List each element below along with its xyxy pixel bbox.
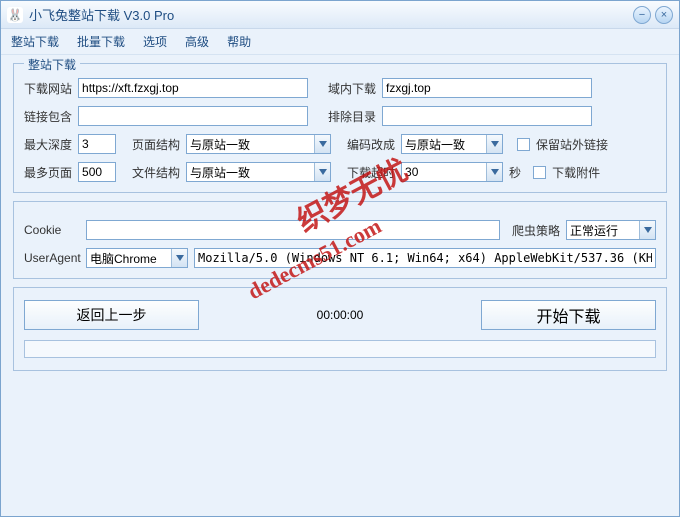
back-button-label: 返回上一步 [77, 305, 147, 325]
label-max-depth: 最大深度 [24, 136, 72, 153]
menu-options[interactable]: 选项 [143, 33, 167, 50]
label-encoding: 编码改成 [347, 136, 395, 153]
label-useragent: UserAgent [24, 251, 80, 265]
action-group: 返回上一步 00:00:00 开始下载 [13, 287, 667, 371]
settings-group: 整站下载 下载网站 域内下载 链接包含 排除目录 最大深度 页面结构 与原站一致 [13, 63, 667, 193]
label-seconds: 秒 [509, 164, 521, 181]
menu-help[interactable]: 帮助 [227, 33, 251, 50]
label-domain: 域内下载 [328, 80, 376, 97]
label-timeout: 下载超时 [347, 164, 395, 181]
label-keep-external: 保留站外链接 [536, 136, 608, 153]
menu-advanced[interactable]: 高级 [185, 33, 209, 50]
close-button[interactable]: × [655, 6, 673, 24]
window-title: 小飞兔整站下载 V3.0 Pro [29, 5, 629, 24]
select-useragent-preset[interactable]: 电脑Chrome [86, 248, 188, 268]
menu-site-download[interactable]: 整站下载 [11, 33, 59, 50]
minimize-button[interactable]: − [633, 6, 651, 24]
chevron-down-icon [639, 221, 655, 239]
progress-bar [24, 340, 656, 358]
select-page-struct-value: 与原站一致 [187, 136, 314, 153]
select-timeout[interactable]: 30 [401, 162, 503, 182]
label-page-struct: 页面结构 [132, 136, 180, 153]
label-link-contains: 链接包含 [24, 108, 72, 125]
app-window: 🐰 小飞兔整站下载 V3.0 Pro − × 整站下载 批量下载 选项 高级 帮… [0, 0, 680, 517]
select-file-struct[interactable]: 与原站一致 [186, 162, 331, 182]
select-ua-preset-value: 电脑Chrome [87, 250, 171, 267]
input-link-contains[interactable] [78, 106, 308, 126]
label-exclude: 排除目录 [328, 108, 376, 125]
input-useragent[interactable] [194, 248, 656, 268]
input-max-depth[interactable] [78, 134, 116, 154]
input-exclude-dir[interactable] [382, 106, 592, 126]
chevron-down-icon [486, 135, 502, 153]
app-icon: 🐰 [7, 7, 23, 23]
select-crawl-value: 正常运行 [567, 222, 639, 239]
start-download-button[interactable]: 开始下载 [481, 300, 656, 330]
select-file-struct-value: 与原站一致 [187, 164, 314, 181]
advanced-group: Cookie 爬虫策略 正常运行 UserAgent 电脑Chrome [13, 201, 667, 279]
checkbox-keep-external[interactable] [517, 138, 530, 151]
back-button[interactable]: 返回上一步 [24, 300, 199, 330]
chevron-down-icon [314, 163, 330, 181]
timer-display: 00:00:00 [205, 308, 475, 322]
input-site-url[interactable] [78, 78, 308, 98]
menu-batch-download[interactable]: 批量下载 [77, 33, 125, 50]
select-timeout-value: 30 [402, 165, 486, 179]
chevron-down-icon [486, 163, 502, 181]
checkbox-download-attach[interactable] [533, 166, 546, 179]
content-area: 整站下载 下载网站 域内下载 链接包含 排除目录 最大深度 页面结构 与原站一致 [1, 55, 679, 516]
group-legend: 整站下载 [24, 56, 80, 73]
titlebar: 🐰 小飞兔整站下载 V3.0 Pro − × [1, 1, 679, 29]
chevron-down-icon [171, 249, 187, 267]
input-cookie[interactable] [86, 220, 500, 240]
select-encoding[interactable]: 与原站一致 [401, 134, 503, 154]
input-domain[interactable] [382, 78, 592, 98]
label-max-pages: 最多页面 [24, 164, 72, 181]
label-site: 下载网站 [24, 80, 72, 97]
label-download-attach: 下载附件 [552, 164, 600, 181]
input-max-pages[interactable] [78, 162, 116, 182]
label-cookie: Cookie [24, 223, 80, 237]
label-file-struct: 文件结构 [132, 164, 180, 181]
menubar: 整站下载 批量下载 选项 高级 帮助 [1, 29, 679, 55]
select-crawl-policy[interactable]: 正常运行 [566, 220, 656, 240]
select-encoding-value: 与原站一致 [402, 136, 486, 153]
select-page-struct[interactable]: 与原站一致 [186, 134, 331, 154]
chevron-down-icon [314, 135, 330, 153]
start-button-label: 开始下载 [536, 303, 600, 327]
label-crawl-policy: 爬虫策略 [512, 222, 560, 239]
